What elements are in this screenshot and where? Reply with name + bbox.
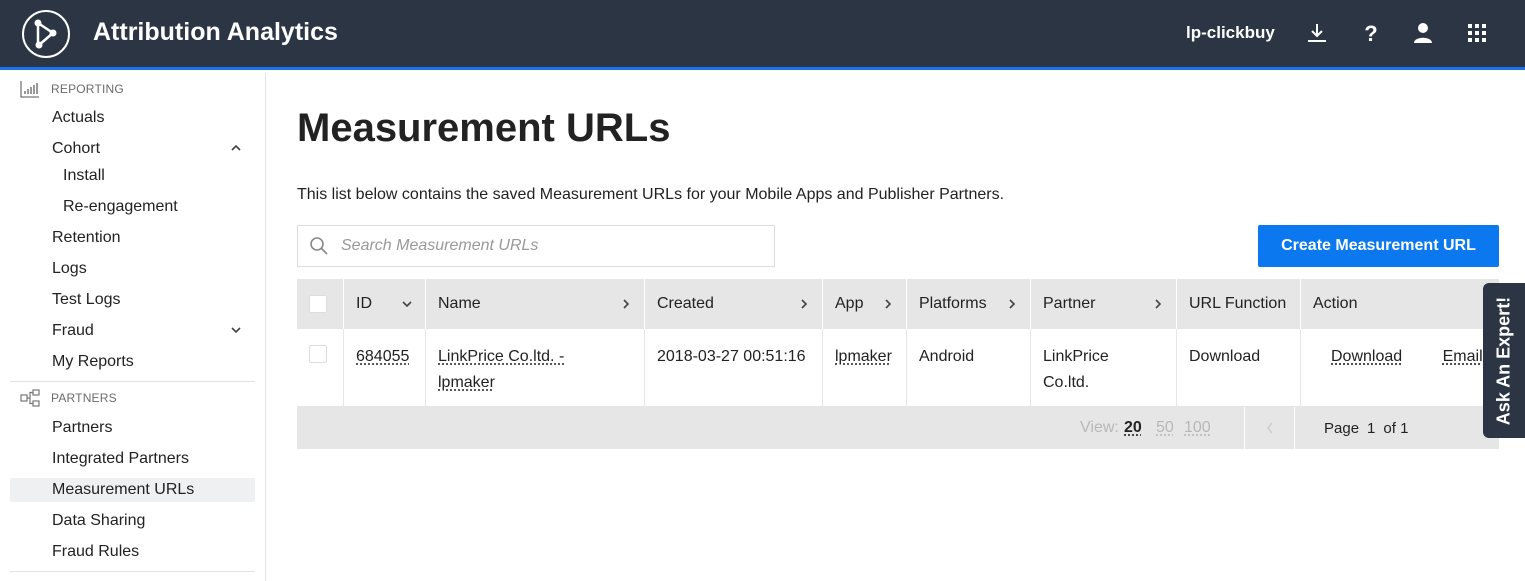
sidebar-item-retention[interactable]: Retention <box>10 226 255 250</box>
table-footer: View: 20 50 100 Page 1 of 1 <box>297 407 1499 449</box>
footer-divider <box>1294 407 1295 449</box>
create-measurement-url-button[interactable]: Create Measurement URL <box>1258 225 1499 267</box>
column-header-app[interactable]: App <box>823 279 907 329</box>
cell-action: Download Email <box>1301 329 1499 407</box>
chart-icon <box>20 80 40 98</box>
page-size-20[interactable]: 20 <box>1124 419 1142 437</box>
sidebar-item-fraud[interactable]: Fraud <box>10 319 255 343</box>
chevron-right-icon <box>620 297 632 311</box>
sidebar-item-my-reports[interactable]: My Reports <box>10 350 255 374</box>
page-number-field[interactable]: 1 <box>1367 420 1375 437</box>
ask-an-expert-tab[interactable]: Ask An Expert! <box>1483 283 1525 438</box>
sidebar-item-fraud-rules[interactable]: Fraud Rules <box>10 540 255 564</box>
cell-partner: LinkPrice Co.ltd. <box>1031 329 1177 407</box>
hierarchy-icon <box>20 389 40 407</box>
row-checkbox[interactable] <box>309 345 327 363</box>
sidebar: REPORTING Actuals Cohort Install Re-enga… <box>0 73 266 581</box>
partners-section-header: PARTNERS <box>20 388 117 408</box>
cell-name: LinkPrice Co.ltd. - lpmaker <box>426 329 645 407</box>
search-icon <box>309 236 329 256</box>
footer-divider <box>1244 407 1245 449</box>
name-link[interactable]: LinkPrice Co.ltd. - lpmaker <box>438 348 564 391</box>
app-logo-icon[interactable] <box>21 9 71 59</box>
page-size-50[interactable]: 50 <box>1156 419 1174 437</box>
help-icon[interactable]: ? <box>1357 19 1385 47</box>
apps-grid-icon[interactable] <box>1463 19 1491 47</box>
select-all-cell <box>297 279 344 329</box>
reporting-label: REPORTING <box>51 82 124 96</box>
chevron-down-icon[interactable] <box>229 323 243 337</box>
sidebar-item-install[interactable]: Install <box>10 164 255 188</box>
sidebar-item-test-logs[interactable]: Test Logs <box>10 288 255 312</box>
sidebar-item-integrated-partners[interactable]: Integrated Partners <box>10 447 255 471</box>
cell-url-function: Download <box>1177 329 1301 407</box>
search-box[interactable] <box>297 225 775 267</box>
chevron-right-icon <box>882 297 894 311</box>
column-header-id[interactable]: ID <box>344 279 426 329</box>
select-all-checkbox[interactable] <box>309 295 327 313</box>
email-action-link[interactable]: Email <box>1443 348 1483 365</box>
sidebar-item-cohort[interactable]: Cohort <box>10 137 255 161</box>
column-header-platforms[interactable]: Platforms <box>907 279 1031 329</box>
chevron-right-icon <box>1152 297 1164 311</box>
cell-created: 2018-03-27 00:51:16 <box>645 329 823 407</box>
cell-id: 684055 <box>344 329 426 407</box>
chevron-right-icon <box>1006 297 1018 311</box>
row-select-cell <box>297 329 344 407</box>
table-row: 684055 LinkPrice Co.ltd. - lpmaker 2018-… <box>297 329 1499 407</box>
reporting-section-header: REPORTING <box>20 79 124 99</box>
id-link[interactable]: 684055 <box>356 348 409 365</box>
column-header-name[interactable]: Name <box>426 279 645 329</box>
column-header-created[interactable]: Created <box>645 279 823 329</box>
sidebar-item-data-sharing[interactable]: Data Sharing <box>10 509 255 533</box>
sidebar-divider <box>10 381 255 382</box>
previous-page-icon[interactable] <box>1265 420 1275 436</box>
chevron-down-icon <box>401 297 413 311</box>
sidebar-item-measurement-urls[interactable]: Measurement URLs <box>10 478 255 502</box>
chevron-up-icon[interactable] <box>229 141 243 155</box>
table-header: ID Name Created App Platforms Partner UR… <box>297 279 1499 329</box>
partners-label: PARTNERS <box>51 391 117 405</box>
account-selector[interactable]: lp-clickbuy <box>1186 23 1275 43</box>
page-indicator: Page 1 of 1 <box>1324 420 1409 437</box>
sidebar-item-logs[interactable]: Logs <box>10 257 255 281</box>
view-label: View: <box>1080 419 1119 436</box>
sidebar-item-re-engagement[interactable]: Re-engagement <box>10 195 255 219</box>
sidebar-item-partners[interactable]: Partners <box>10 416 255 440</box>
column-header-url-function: URL Function <box>1177 279 1301 329</box>
download-icon[interactable] <box>1303 19 1331 47</box>
cell-app: lpmaker <box>823 329 907 407</box>
download-action-link[interactable]: Download <box>1331 348 1402 365</box>
column-header-partner[interactable]: Partner <box>1031 279 1177 329</box>
user-icon[interactable] <box>1409 19 1437 47</box>
chevron-right-icon <box>798 297 810 311</box>
page-title: Measurement URLs <box>297 106 671 150</box>
svg-text:?: ? <box>1364 21 1377 46</box>
sidebar-item-actuals[interactable]: Actuals <box>10 106 255 130</box>
search-input[interactable] <box>341 237 741 255</box>
cell-platforms: Android <box>907 329 1031 407</box>
app-title[interactable]: Attribution Analytics <box>93 18 338 47</box>
page-description: This list below contains the saved Measu… <box>297 186 1005 203</box>
page-size-100[interactable]: 100 <box>1184 419 1211 437</box>
app-link[interactable]: lpmaker <box>835 348 892 365</box>
column-header-action: Action <box>1313 295 1358 312</box>
sidebar-divider <box>10 571 255 572</box>
top-bar: Attribution Analytics lp-clickbuy ? <box>0 0 1525 70</box>
